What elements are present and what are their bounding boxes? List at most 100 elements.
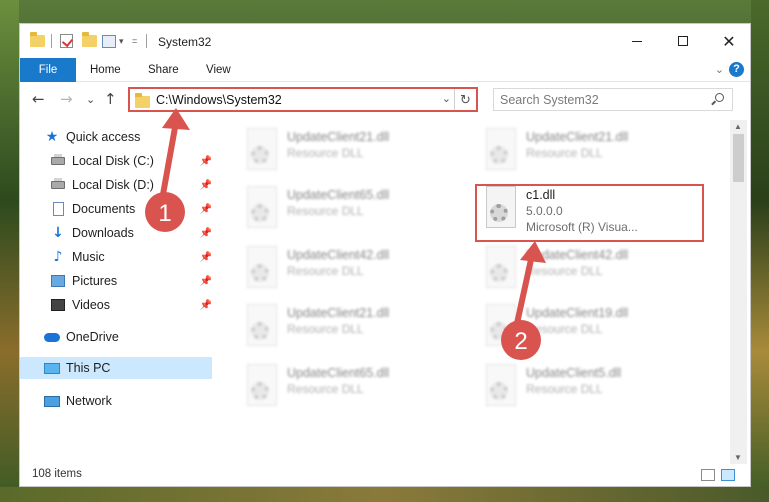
music-icon: ♪ — [53, 249, 63, 265]
close-button[interactable]: ✕ — [706, 24, 752, 58]
customize-toolbar-chevron-icon[interactable]: ▾ — [119, 36, 124, 47]
pin-icon[interactable]: 📌 — [200, 252, 212, 263]
scroll-down-icon[interactable]: ▼ — [734, 453, 742, 462]
tab-share[interactable]: Share — [134, 58, 193, 82]
pin-icon[interactable]: 📌 — [200, 204, 212, 215]
file-type: Resource DLL — [526, 146, 603, 160]
large-icons-view-icon[interactable] — [721, 469, 735, 481]
recent-locations-icon[interactable]: ⌄ — [86, 93, 95, 106]
minimize-button[interactable] — [614, 24, 660, 58]
pin-icon[interactable]: 📌 — [200, 180, 212, 191]
tab-view[interactable]: View — [192, 58, 245, 82]
file-name: UpdateClient19.dll — [526, 306, 629, 320]
sidebar-item-onedrive[interactable]: OneDrive — [44, 326, 212, 348]
sidebar-item-label: OneDrive — [66, 330, 119, 344]
forward-icon[interactable]: → — [60, 90, 73, 108]
sidebar-item-this-pc[interactable]: This PC — [20, 357, 212, 379]
pin-icon[interactable]: 📌 — [200, 276, 212, 287]
details-view-icon[interactable] — [701, 469, 715, 481]
file-item[interactable]: UpdateClient42.dll Resource DLL — [480, 242, 700, 300]
file-item[interactable]: UpdateClient21.dll Resource DLL — [241, 300, 461, 358]
refresh-icon[interactable]: ↻ — [454, 89, 476, 110]
file-name: UpdateClient65.dll — [287, 188, 390, 202]
sidebar-item-label: This PC — [66, 361, 111, 375]
maximize-button[interactable] — [660, 24, 706, 58]
star-icon: ★ — [45, 129, 59, 145]
dll-file-icon — [241, 304, 279, 350]
search-placeholder: Search System32 — [500, 93, 599, 107]
tab-home[interactable]: Home — [76, 58, 135, 82]
file-item[interactable]: UpdateClient19.dll Resource DLL — [480, 300, 700, 358]
back-icon[interactable]: ← — [32, 90, 45, 108]
sidebar-item-network[interactable]: Network — [44, 390, 212, 412]
view-properties-icon[interactable] — [102, 34, 116, 48]
file-item[interactable]: UpdateClient42.dll Resource DLL — [241, 242, 461, 300]
file-item[interactable]: UpdateClient5.dll Resource DLL — [480, 360, 700, 418]
address-dropdown-icon[interactable]: ⌄ — [442, 92, 451, 105]
file-type: Resource DLL — [287, 146, 364, 160]
scroll-up-icon[interactable]: ▲ — [734, 122, 742, 131]
desktop-background-left — [0, 0, 19, 502]
sidebar-item-downloads[interactable]: ↓ Downloads 📌 — [50, 222, 212, 244]
sidebar-item-local-disk-c[interactable]: Local Disk (C:) 📌 — [50, 150, 212, 172]
item-count: 108 items — [32, 468, 82, 480]
scrollbar-thumb[interactable] — [733, 134, 744, 182]
vertical-scrollbar[interactable]: ▲ ▼ — [730, 120, 747, 464]
maximize-icon — [678, 36, 688, 46]
sidebar-item-quick-access[interactable]: ★ Quick access — [44, 126, 212, 148]
computer-icon — [44, 362, 60, 374]
file-item[interactable]: UpdateClient65.dll Resource DLL — [241, 182, 461, 240]
sidebar-item-pictures[interactable]: Pictures 📌 — [50, 270, 212, 292]
new-folder-icon[interactable] — [82, 32, 97, 47]
up-folder-icon[interactable]: ↑ — [104, 90, 117, 108]
toolbar-overflow-icon[interactable]: = — [132, 36, 137, 46]
file-name: UpdateClient42.dll — [526, 248, 629, 262]
tab-file[interactable]: File — [20, 58, 76, 82]
address-path[interactable]: C:\Windows\System32 — [156, 93, 282, 107]
file-item[interactable]: UpdateClient65.dll Resource DLL — [241, 360, 461, 418]
pin-icon[interactable]: 📌 — [200, 156, 212, 167]
sidebar-item-label: Documents — [72, 202, 136, 216]
sidebar-item-documents[interactable]: Documents 📌 — [50, 198, 212, 220]
cloud-icon — [44, 332, 60, 342]
file-name: UpdateClient21.dll — [287, 306, 390, 320]
search-input[interactable]: Search System32 — [493, 88, 733, 111]
download-icon: ↓ — [52, 225, 64, 241]
close-icon: ✕ — [722, 31, 736, 51]
sidebar-item-label: Pictures — [72, 274, 118, 288]
sidebar-item-videos[interactable]: Videos 📌 — [50, 294, 212, 316]
sidebar-item-local-disk-d[interactable]: Local Disk (D:) 📌 — [50, 174, 212, 196]
dll-file-icon — [241, 364, 279, 410]
address-bar[interactable]: C:\Windows\System32 ⌄ ↻ — [128, 87, 478, 112]
file-name: UpdateClient21.dll — [526, 130, 629, 144]
dll-file-icon — [480, 364, 518, 410]
file-type: Resource DLL — [526, 264, 603, 278]
file-item[interactable]: UpdateClient21.dll Resource DLL — [480, 124, 700, 182]
sidebar-item-label: Network — [66, 394, 112, 408]
file-name: UpdateClient65.dll — [287, 366, 390, 380]
sidebar-item-label: Local Disk (D:) — [72, 178, 154, 192]
sidebar-item-music[interactable]: ♪ Music 📌 — [50, 246, 212, 268]
folder-icon — [135, 93, 150, 108]
navigation-pane: ★ Quick access Local Disk (C:) 📌 Local D… — [20, 120, 212, 460]
file-type: Resource DLL — [287, 382, 364, 396]
network-icon — [44, 395, 60, 407]
minimize-icon — [632, 40, 642, 42]
expand-ribbon-icon[interactable]: ⌄ — [715, 63, 724, 76]
sidebar-item-label: Videos — [72, 298, 110, 312]
file-type: Resource DLL — [526, 322, 603, 336]
help-icon[interactable]: ? — [729, 62, 744, 77]
folder-icon — [30, 32, 45, 47]
properties-check-icon[interactable] — [60, 34, 73, 48]
dll-file-icon — [241, 128, 279, 174]
ribbon-tabs: File Home Share View ⌄ ? — [20, 58, 750, 82]
title-bar: ▾ = System32 ✕ — [20, 24, 750, 58]
disk-icon — [51, 178, 65, 189]
file-list: UpdateClient21.dll Resource DLL UpdateCl… — [225, 120, 730, 460]
pin-icon[interactable]: 📌 — [200, 300, 212, 311]
navigation-bar: ← → ⌄ ↑ C:\Windows\System32 ⌄ ↻ Search S… — [20, 83, 750, 116]
pin-icon[interactable]: 📌 — [200, 228, 212, 239]
dll-file-icon — [241, 246, 279, 292]
file-item[interactable]: UpdateClient21.dll Resource DLL — [241, 124, 461, 182]
disk-icon — [51, 154, 65, 165]
